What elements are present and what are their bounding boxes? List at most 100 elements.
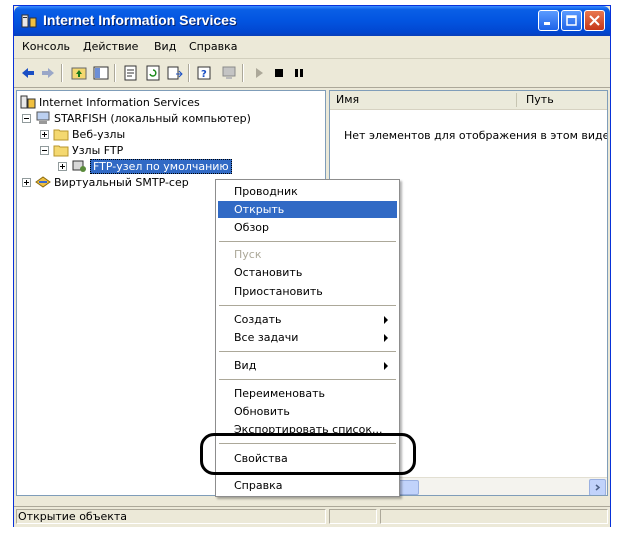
menu-item-label: Открыть <box>234 203 285 216</box>
menu-item-stop[interactable]: Остановить <box>218 264 397 281</box>
play-icon <box>256 68 263 78</box>
expand-icon[interactable] <box>22 177 31 187</box>
export-list-button[interactable] <box>166 64 184 82</box>
back-button[interactable] <box>19 64 37 82</box>
title-bar[interactable]: Internet Information Services <box>14 6 610 36</box>
status-cell <box>329 509 377 524</box>
pause-button[interactable] <box>290 64 308 82</box>
menu-item-all-tasks[interactable]: Все задачи <box>218 329 397 346</box>
close-icon <box>589 15 600 26</box>
menu-view[interactable]: Вид <box>154 40 176 53</box>
stop-button[interactable] <box>270 64 288 82</box>
menu-item-rename[interactable]: Переименовать <box>218 385 397 402</box>
menu-item-label: Переименовать <box>234 387 326 400</box>
maximize-button[interactable] <box>561 10 582 31</box>
menu-separator <box>219 379 396 380</box>
computer-icon <box>222 66 236 79</box>
menu-item-refresh[interactable]: Обновить <box>218 403 397 420</box>
computer-button[interactable] <box>220 64 238 82</box>
menu-item-browse[interactable]: Обзор <box>218 219 397 236</box>
collapse-icon[interactable] <box>22 113 31 123</box>
highlight-ring <box>200 433 416 475</box>
minimize-icon <box>544 22 550 25</box>
up-folder-icon <box>71 67 87 80</box>
menu-item-view[interactable]: Вид <box>218 357 397 374</box>
svg-text:?: ? <box>201 69 207 80</box>
menu-item-pause[interactable]: Приостановить <box>218 283 397 300</box>
show-tree-icon <box>93 66 109 80</box>
expand-icon[interactable] <box>58 161 67 171</box>
toolbar-separator <box>188 64 190 82</box>
tree-label: Узлы FTP <box>72 143 124 157</box>
play-button[interactable] <box>250 64 268 82</box>
chevron-right-icon <box>595 484 601 491</box>
menu-help[interactable]: Справка <box>189 40 237 53</box>
menu-separator <box>219 241 396 242</box>
iis-icon <box>20 95 36 109</box>
menu-item-new[interactable]: Создать <box>218 311 397 328</box>
folder-icon <box>53 145 69 157</box>
submenu-arrow-icon <box>384 362 388 370</box>
tree-node-smtp[interactable]: Виртуальный SMTP-сер <box>22 174 189 190</box>
toolbar-separator <box>242 64 244 82</box>
menu-console[interactable]: Консоль <box>22 40 70 53</box>
menu-separator <box>219 351 396 352</box>
menu-item-open[interactable]: Открыть <box>218 201 397 218</box>
menu-item-label: Обзор <box>234 221 270 234</box>
refresh-button[interactable] <box>144 64 162 82</box>
menu-item-label: Пуск <box>234 248 262 261</box>
show-tree-button[interactable] <box>92 64 110 82</box>
submenu-arrow-icon <box>384 334 388 342</box>
status-text: Открытие объекта <box>18 510 128 523</box>
iis-app-icon <box>21 14 37 28</box>
computer-icon <box>36 111 50 124</box>
back-arrow-icon <box>22 68 34 78</box>
pause-icon <box>295 69 303 77</box>
status-bar: Открытие объекта <box>14 506 610 527</box>
tree-label: Internet Information Services <box>39 95 200 109</box>
refresh-icon <box>146 65 160 81</box>
smtp-icon <box>35 176 51 188</box>
tree-label: Веб-узлы <box>72 127 126 141</box>
scroll-right-button[interactable] <box>589 479 606 495</box>
help-icon: ? <box>197 66 211 80</box>
up-button[interactable] <box>70 64 88 82</box>
collapse-icon[interactable] <box>40 145 49 155</box>
toolbar-separator <box>114 64 116 82</box>
close-button[interactable] <box>584 10 605 31</box>
menu-item-label: Создать <box>234 313 282 326</box>
toolbar: ? <box>14 59 610 88</box>
tree-node-ftp-default[interactable]: FTP-узел по умолчанию <box>58 158 232 174</box>
forward-arrow-icon <box>42 68 54 78</box>
list-header: Имя Путь <box>330 91 607 110</box>
menu-item-help[interactable]: Справка <box>218 477 397 494</box>
tree-node-websites[interactable]: Веб-узлы <box>40 126 125 142</box>
tree-node-ftp-sites[interactable]: Узлы FTP <box>40 142 123 158</box>
menu-item-explorer[interactable]: Проводник <box>218 183 397 200</box>
toolbar-separator <box>61 64 63 82</box>
column-path[interactable]: Путь <box>526 93 554 106</box>
tree-node-root[interactable]: Internet Information Services <box>20 94 200 110</box>
menu-item-label: Проводник <box>234 185 298 198</box>
folder-icon <box>53 129 69 141</box>
tree-node-computer[interactable]: STARFISH (локальный компьютер) <box>22 110 251 126</box>
submenu-arrow-icon <box>384 316 388 324</box>
menu-action[interactable]: Действие <box>83 40 138 53</box>
maximize-icon <box>566 15 577 26</box>
properties-button[interactable] <box>122 64 140 82</box>
minimize-button[interactable] <box>538 10 559 31</box>
window-title: Internet Information Services <box>43 12 237 28</box>
menu-bar: Консоль Действие Вид Справка <box>14 36 610 59</box>
status-cell <box>380 509 608 524</box>
tree-label: Виртуальный SMTP-сер <box>54 175 189 189</box>
column-separator[interactable] <box>516 93 517 107</box>
column-name[interactable]: Имя <box>336 93 359 106</box>
expand-icon[interactable] <box>40 129 49 139</box>
menu-separator <box>219 305 396 306</box>
help-button[interactable]: ? <box>196 64 214 82</box>
stop-icon <box>275 69 283 77</box>
forward-button[interactable] <box>39 64 57 82</box>
properties-icon <box>124 65 137 81</box>
menu-item-label: Остановить <box>234 266 303 279</box>
menu-item-start: Пуск <box>218 246 397 263</box>
